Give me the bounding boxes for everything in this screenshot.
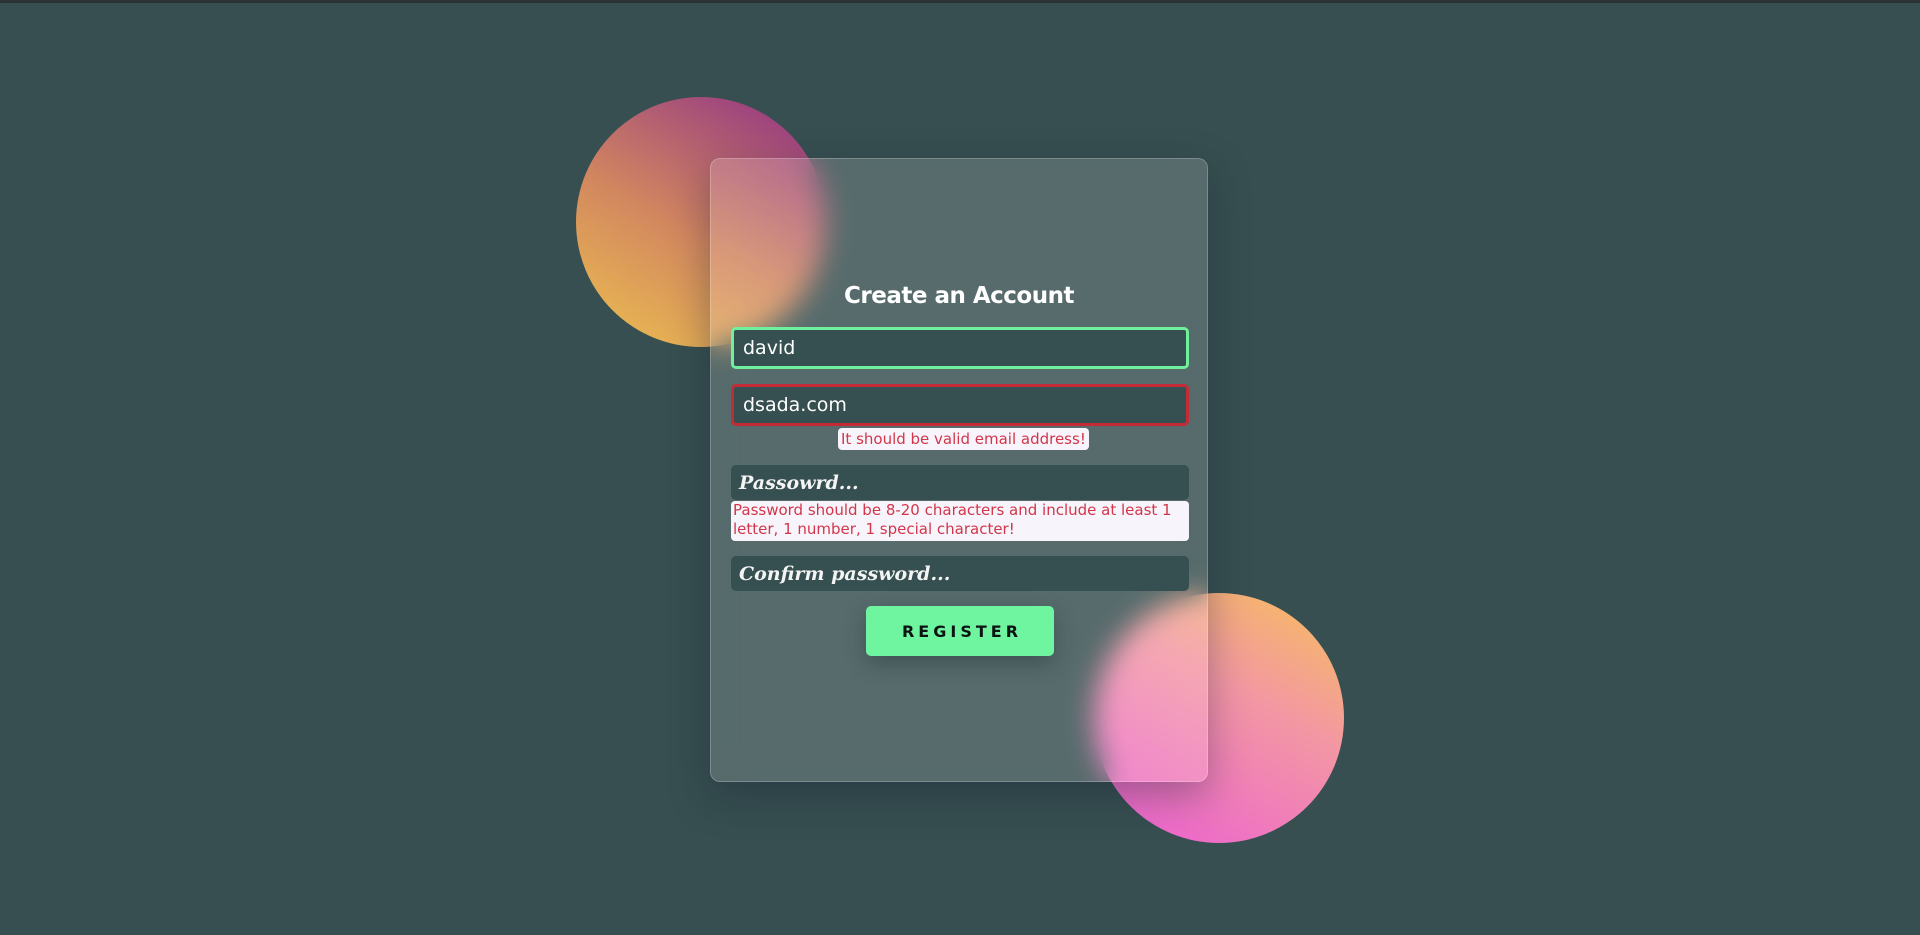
confirm-password-input[interactable]: Confirm password... bbox=[731, 556, 1189, 591]
email-error-message: It should be valid email address! bbox=[838, 428, 1089, 450]
register-button[interactable]: REGISTER bbox=[866, 606, 1054, 656]
email-input[interactable]: dsada.com bbox=[731, 384, 1189, 426]
username-input[interactable]: david bbox=[731, 327, 1189, 369]
form-title: Create an Account bbox=[844, 283, 1074, 309]
password-error-message: Password should be 8-20 characters and i… bbox=[731, 501, 1189, 541]
window-top-border bbox=[0, 0, 1920, 3]
password-input[interactable]: Passowrd... bbox=[731, 465, 1189, 500]
